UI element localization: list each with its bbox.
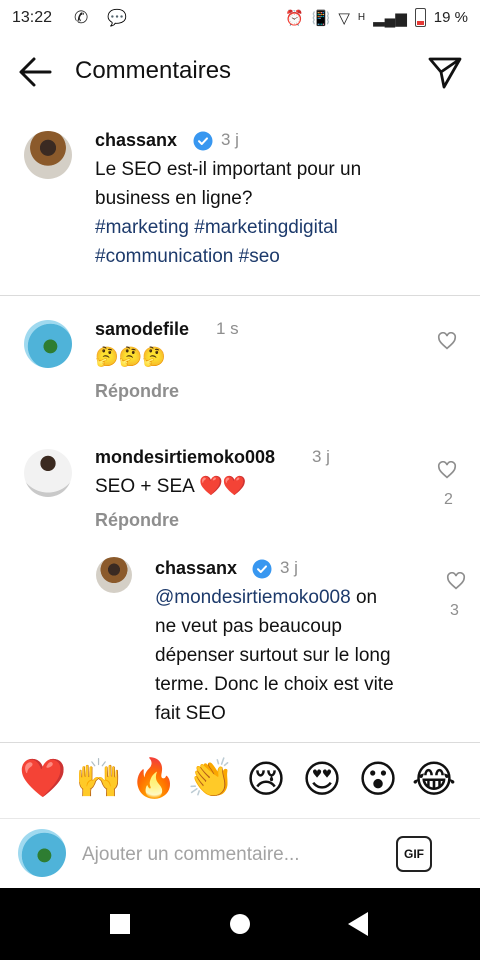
comment-username[interactable]: mondesirtiemoko008 <box>95 447 275 468</box>
reply-button[interactable]: Répondre <box>95 381 179 402</box>
post-text-line-2: business en ligne? <box>95 188 253 209</box>
post-text-line-1: Le SEO est-il important pour un <box>95 159 362 180</box>
reply-text-line-3: dépenser surtout sur le long <box>155 645 391 666</box>
mention-link[interactable]: @mondesirtiemoko008 <box>155 587 351 608</box>
network-type: H <box>357 12 366 23</box>
vibrate-icon: 📳 <box>311 9 331 27</box>
reply-button[interactable]: Répondre <box>95 510 179 531</box>
status-time: 13:22 <box>12 9 53 26</box>
reply-time: 3 j <box>280 558 298 577</box>
heart-icon[interactable] <box>446 572 466 590</box>
send-icon[interactable] <box>426 54 464 90</box>
comment-text: SEO + SEA ❤️❤️ <box>95 476 247 497</box>
heart-icon[interactable] <box>437 332 457 350</box>
gif-button[interactable]: GIF <box>396 836 432 872</box>
reply-text-line-1: @mondesirtiemoko008 on <box>155 583 377 612</box>
reply-text-part: on <box>350 587 378 608</box>
post-username[interactable]: chassanx <box>95 130 177 151</box>
status-right: ⏰ 📳 ▽ H ▂▄▆ 19 % <box>285 8 468 27</box>
emoji-heart-eyes[interactable]: 😍 <box>298 757 346 802</box>
comment-composer: Ajouter un commentaire... GIF <box>0 818 480 889</box>
post-hashtags-line-2[interactable]: #communication #seo <box>95 242 280 271</box>
whatsapp-icon: ✆ <box>74 8 89 27</box>
avatar <box>18 829 66 877</box>
comment-input[interactable]: Ajouter un commentaire... <box>82 844 300 866</box>
emoji-bar: ❤️ 🙌 🔥 👏 😢 😍 😮 😂 <box>0 742 480 819</box>
like-count: 2 <box>444 491 453 508</box>
signal-icon: ▂▄▆ <box>373 9 407 27</box>
like-count: 3 <box>450 602 459 619</box>
comment-username[interactable]: samodefile <box>95 319 189 340</box>
comment-text: 🤔🤔🤔 <box>95 347 166 368</box>
reply-text-line-2: ne veut pas beaucoup <box>155 616 342 637</box>
emoji-laughing[interactable]: 😂 <box>410 757 458 802</box>
emoji-surprised[interactable]: 😮 <box>354 757 402 802</box>
divider <box>0 295 480 296</box>
battery-icon <box>414 8 426 27</box>
emoji-raising-hands[interactable]: 🙌 <box>75 757 123 801</box>
wifi-icon: ▽ <box>338 9 350 27</box>
message-icon: 💬 <box>107 10 127 27</box>
heart-icon[interactable] <box>437 461 457 479</box>
reply-text-line-5: fait SEO <box>155 703 226 724</box>
status-bar: 13:22 ✆ 💬 ⏰ 📳 ▽ H ▂▄▆ 19 % <box>0 0 480 38</box>
reply-username[interactable]: chassanx <box>155 558 237 579</box>
avatar[interactable] <box>96 557 132 593</box>
header: Commentaires <box>0 40 480 104</box>
avatar[interactable] <box>24 131 72 179</box>
verified-badge-icon <box>252 559 272 579</box>
emoji-fire[interactable]: 🔥 <box>130 757 178 801</box>
avatar[interactable] <box>24 320 72 368</box>
home-button[interactable] <box>230 914 250 934</box>
emoji-heart[interactable]: ❤️ <box>19 757 67 801</box>
comment-time: 3 j <box>312 447 330 466</box>
reply-text-line-4: terme. Donc le choix est vite <box>155 674 394 695</box>
post-time: 3 j <box>221 130 239 149</box>
system-back-button[interactable] <box>348 912 368 936</box>
battery-percent: 19 % <box>433 9 468 26</box>
emoji-crying[interactable]: 😢 <box>242 757 290 802</box>
verified-badge-icon <box>193 131 213 151</box>
emoji-clapping[interactable]: 👏 <box>187 757 235 801</box>
avatar[interactable] <box>24 449 72 497</box>
recents-button[interactable] <box>110 914 130 934</box>
system-nav-bar <box>0 888 480 960</box>
comment-time: 1 s <box>216 319 239 338</box>
post-hashtags-line-1[interactable]: #marketing #marketingdigital <box>95 213 338 242</box>
back-arrow-icon[interactable] <box>16 54 56 90</box>
page-title: Commentaires <box>75 57 232 84</box>
alarm-icon: ⏰ <box>284 9 304 27</box>
